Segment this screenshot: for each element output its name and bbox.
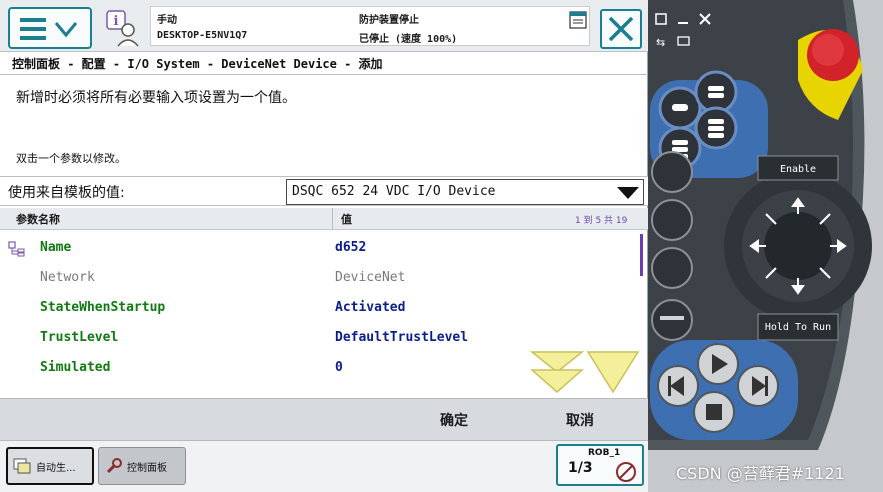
- double-click-hint: 双击一个参数以修改。: [16, 152, 126, 165]
- page-scroll-controls: [530, 351, 640, 394]
- pendant-body: ⇆ Enable Hold To Run: [648, 0, 883, 492]
- template-label: 使用来自模板的值:: [8, 185, 125, 201]
- scroll-down-button[interactable]: [586, 351, 640, 394]
- breadcrumb: 控制面板 - 配置 - I/O System - DeviceNet Devic…: [12, 57, 383, 71]
- param-name: TrustLevel: [40, 330, 119, 345]
- robot-unit-label: ROB_1: [588, 448, 621, 458]
- task-label: 自动生...: [36, 462, 76, 474]
- param-value: DefaultTrustLevel: [335, 330, 469, 345]
- task-label: 控制面板: [127, 462, 167, 474]
- close-icon: [608, 16, 634, 42]
- task-auto-production[interactable]: 自动生...: [6, 447, 94, 485]
- event-log-icon[interactable]: i: [104, 8, 144, 48]
- param-name: Simulated: [40, 360, 111, 375]
- cancel-button[interactable]: 取消: [530, 399, 630, 441]
- top-status-bar: i 手动 DESKTOP-E5NV1Q7 防护装置停止 已停止 (速度 100%…: [0, 0, 648, 52]
- chevron-down-icon: [617, 187, 639, 199]
- abb-menu-button[interactable]: [8, 7, 92, 49]
- scroll-down-page-button[interactable]: [530, 351, 585, 393]
- divider: [0, 74, 648, 75]
- param-value: d652: [335, 240, 367, 255]
- scrollbar-thumb[interactable]: [640, 234, 643, 276]
- pendant-hardware: ⇆ Enable Hold To Run: [648, 0, 883, 492]
- page-indicator: 1 到 5 共 19: [575, 216, 628, 226]
- param-value: DeviceNet: [335, 270, 406, 285]
- increment-fraction: 1/3: [568, 460, 593, 476]
- close-window-button[interactable]: [600, 9, 642, 49]
- required-fields-message: 新增时必须将所有必要输入项设置为一个值。: [16, 90, 296, 106]
- template-row: 使用来自模板的值: DSQC 652 24 VDC I/O Device: [0, 176, 648, 206]
- wrench-icon: [106, 458, 122, 474]
- quickset-button[interactable]: ROB_1 1/3: [556, 444, 644, 486]
- action-bar: 确定 取消: [0, 398, 648, 440]
- column-separator: [332, 208, 333, 230]
- safety-status: 防护装置停止: [359, 15, 419, 26]
- status-panel[interactable]: 手动 DESKTOP-E5NV1Q7 防护装置停止 已停止 (速度 100%): [150, 6, 590, 46]
- flexpendant-screen: i 手动 DESKTOP-E5NV1Q7 防护装置停止 已停止 (速度 100%…: [0, 0, 648, 492]
- param-name: StateWhenStartup: [40, 300, 166, 315]
- ok-button[interactable]: 确定: [404, 399, 504, 441]
- table-header: 参数名称 值 1 到 5 共 19: [0, 208, 648, 230]
- table-row[interactable]: TrustLevel DefaultTrustLevel: [0, 322, 640, 352]
- run-status: 已停止 (速度 100%): [359, 34, 458, 45]
- menu-icon: [20, 18, 78, 40]
- program-window-icon: [569, 11, 587, 29]
- hold-to-run-label: Hold To Run: [765, 322, 831, 333]
- prog-key-2[interactable]: [694, 70, 738, 114]
- toggle-motion-key[interactable]: [651, 199, 693, 241]
- template-dropdown[interactable]: DSQC 652 24 VDC I/O Device: [286, 179, 644, 205]
- parameter-icon: [8, 241, 25, 257]
- table-row[interactable]: Network DeviceNet: [0, 262, 640, 292]
- watermark: CSDN @苔藓君#1121: [676, 464, 845, 483]
- template-selected-value: DSQC 652 24 VDC I/O Device: [292, 184, 496, 199]
- task-control-panel[interactable]: 控制面板: [98, 447, 186, 485]
- auto-production-icon: [13, 458, 31, 474]
- param-name: Network: [40, 270, 95, 285]
- enable-label: Enable: [780, 164, 816, 175]
- table-row[interactable]: StateWhenStartup Activated: [0, 292, 640, 322]
- param-value: Activated: [335, 300, 406, 315]
- column-header-value: 值: [341, 213, 352, 226]
- param-value: 0: [335, 360, 343, 375]
- no-increment-icon: [616, 462, 636, 482]
- operating-mode: 手动: [157, 15, 177, 26]
- param-name: Name: [40, 240, 72, 255]
- svg-text:⇆: ⇆: [656, 36, 665, 49]
- svg-text:i: i: [114, 14, 119, 29]
- taskbar: 自动生... 控制面板: [0, 440, 648, 492]
- table-row[interactable]: Name d652: [0, 232, 640, 262]
- select-unit-key[interactable]: [651, 151, 693, 193]
- toggle-axis-key[interactable]: [651, 247, 693, 289]
- column-header-name: 参数名称: [16, 213, 60, 226]
- controller-name: DESKTOP-E5NV1Q7: [157, 30, 248, 41]
